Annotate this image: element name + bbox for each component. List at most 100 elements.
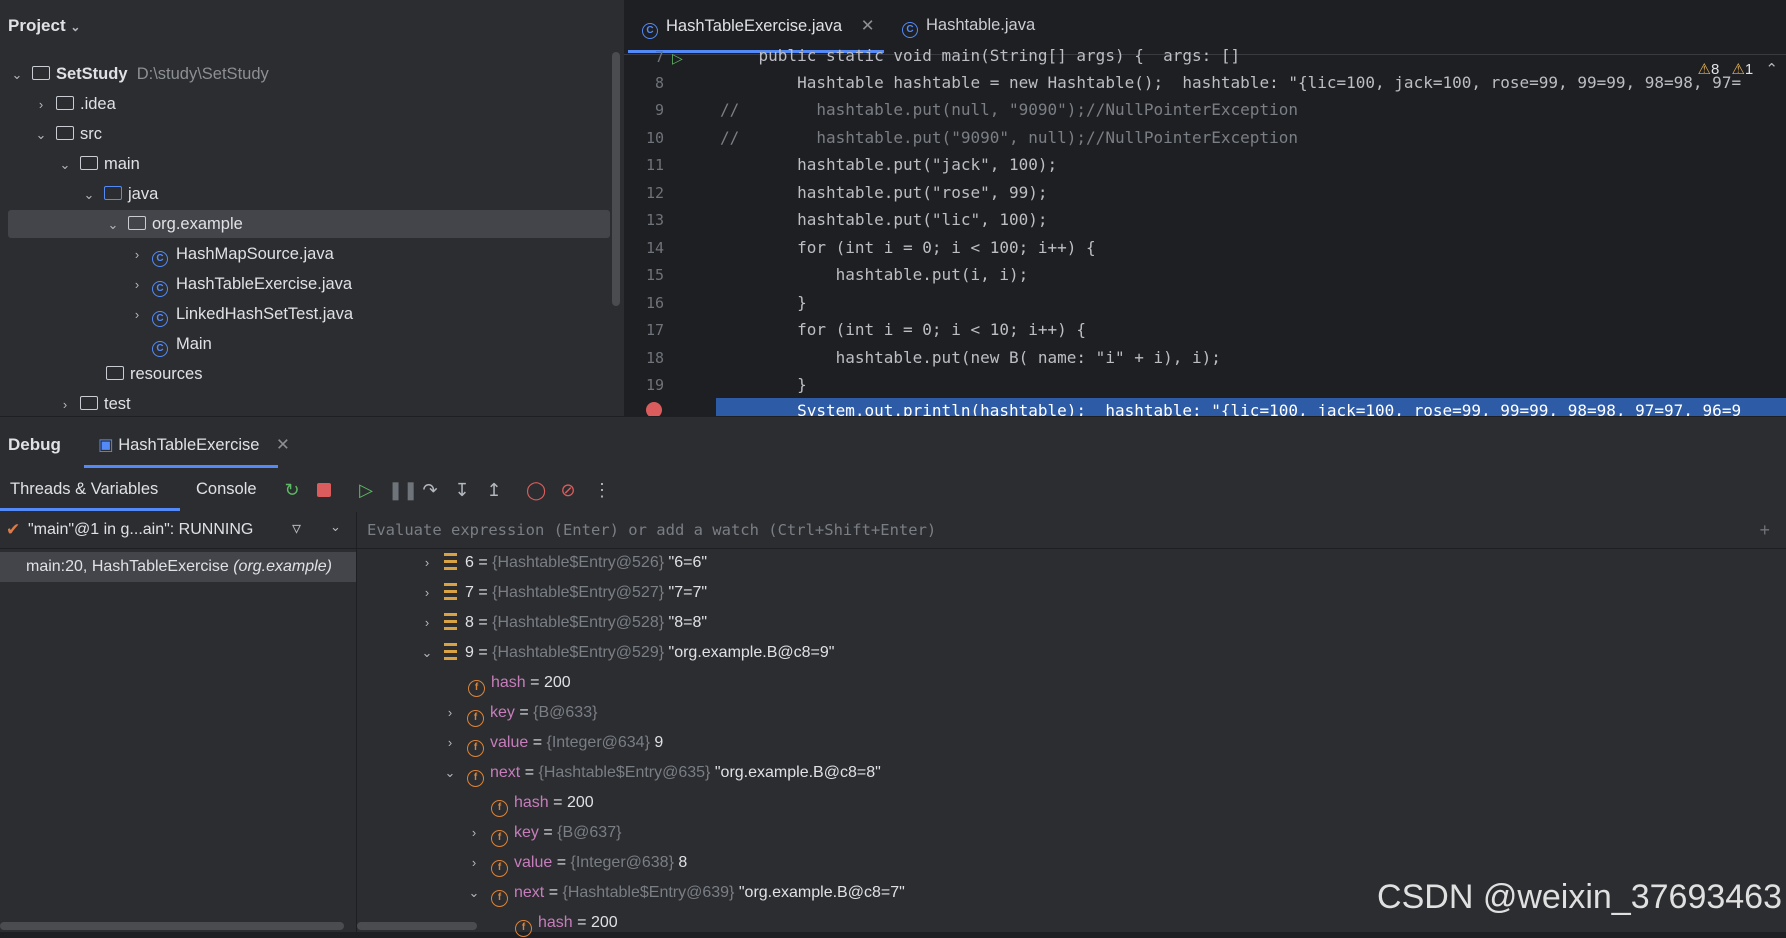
frame-item[interactable]: main:20, HashTableExercise (org.example) [0,552,356,582]
tree-item-test[interactable]: › test [58,390,131,418]
step-out-icon[interactable]: ↥ [484,480,504,500]
line-number: 8 [654,74,664,92]
line-number: 14 [645,239,664,257]
chevron-right-icon[interactable]: › [443,728,457,758]
variable-row[interactable]: › 8 = {Hashtable$Entry@528} "8=8" [420,608,707,638]
chevron-right-icon[interactable]: › [130,271,144,299]
variable-row[interactable]: f hash = 200 [515,908,618,938]
chevron-down-icon[interactable]: ⌄ [330,519,341,535]
variable-row[interactable]: ⌄ f next = {Hashtable$Entry@635} "org.exam… [443,758,881,788]
code-line: public static void main(String[] args) {… [720,46,1241,65]
variable-row[interactable]: › 6 = {Hashtable$Entry@526} "6=6" [420,548,707,578]
variable-row[interactable]: › f key = {B@637} [467,818,621,848]
tree-item-main-class[interactable]: C Main [152,330,212,358]
tree-item-setstudy[interactable]: ⌄ SetStudy D:\study\SetStudy [10,60,269,88]
stop-icon[interactable] [314,480,334,500]
tab-console[interactable]: Console [196,480,257,499]
tab-hashtableexercise[interactable]: C HashTableExercise.java ✕ [642,16,875,39]
chevron-down-icon[interactable]: ⌄ [467,878,481,908]
tree-item-java[interactable]: ⌄ java [82,180,159,209]
chevron-down-icon[interactable]: ⌄ [58,151,72,179]
close-tab-icon[interactable]: ✕ [861,17,875,35]
line-number: 9 [654,101,664,119]
project-panel: Project ⌄ ⌄ SetStudy D:\study\SetStudy ›.… [0,0,624,416]
variable-row[interactable]: › f value = {Integer@638} 8 [467,848,687,878]
variable-row[interactable]: ⌄ 9 = {Hashtable$Entry@529} "org.example.… [420,638,834,668]
code-line: } [720,293,807,312]
threads-scrollbar[interactable] [0,922,344,930]
tree-item-main[interactable]: ⌄ main [58,150,140,178]
chevron-right-icon[interactable]: › [130,241,144,269]
debug-session-tab[interactable]: ▣ HashTableExercise ✕ [98,435,290,455]
more-options-icon[interactable]: ⋮ [592,480,612,500]
tab-hashtable[interactable]: C Hashtable.java [902,16,1035,38]
close-session-icon[interactable]: ✕ [276,436,290,454]
evaluate-expression-input[interactable]: Evaluate expression (Enter) or add a wat… [367,521,936,539]
rerun-icon[interactable]: ↻ [282,480,302,500]
chevron-down-icon[interactable]: ⌄ [106,211,120,239]
chevron-right-icon[interactable]: › [467,818,481,848]
view-breakpoints-icon[interactable]: ◯ [526,480,546,500]
variable-row[interactable]: › f value = {Integer@634} 9 [443,728,663,758]
tree-item-idea[interactable]: › .idea [34,90,116,118]
folder-icon [80,396,98,410]
resume-icon[interactable]: ▷ [356,480,376,500]
variable-row[interactable]: f hash = 200 [491,788,594,818]
pause-icon[interactable]: ❚❚ [388,480,418,500]
tree-item-linkedhashsettest[interactable]: › C LinkedHashSetTest.java [130,300,353,328]
array-entry-icon [444,643,457,660]
code-editor[interactable]: C HashTableExercise.java ✕ C Hashtable.jav… [624,0,1786,420]
filter-icon[interactable]: ▿ [292,518,301,539]
chevron-right-icon[interactable]: › [58,391,72,419]
tab-threads-variables[interactable]: Threads & Variables [10,480,158,499]
line-number: 7 [654,48,664,66]
chevron-right-icon[interactable]: › [467,848,481,878]
active-subtab-indicator [0,508,180,511]
tree-item-org-example[interactable]: ⌄ org.example [106,210,243,238]
step-into-icon[interactable]: ↧ [452,480,472,500]
line-number: 11 [645,156,664,174]
variable-row[interactable]: f hash = 200 [468,668,571,698]
variable-row[interactable]: › f key = {B@633} [443,698,597,728]
class-icon: C [152,281,168,297]
field-icon: f [515,920,532,937]
tree-item-src[interactable]: ⌄ src [34,120,102,148]
variables-scrollbar[interactable] [357,922,477,930]
code-line: hashtable.put(new B( name: "i" + i), i); [720,348,1221,367]
variable-row[interactable]: › 7 = {Hashtable$Entry@527} "7=7" [420,578,707,608]
run-gutter-icon[interactable]: ▷ [672,50,683,67]
class-icon: C [642,23,658,39]
code-line: hashtable.put("jack", 100); [720,155,1058,174]
project-panel-title[interactable]: Project ⌄ [8,16,80,36]
tree-selection-highlight [8,210,610,238]
frame-label: main:20, HashTableExercise [26,558,229,575]
variable-row[interactable]: ⌄ f next = {Hashtable$Entry@639} "org.exam… [467,878,905,908]
field-icon: f [467,740,484,757]
field-icon: f [491,890,508,907]
chevron-right-icon[interactable]: › [34,91,48,119]
tree-item-hashtableexercise[interactable]: › C HashTableExercise.java [130,270,352,298]
chevron-right-icon[interactable]: › [443,698,457,728]
chevron-right-icon[interactable]: › [420,608,434,638]
debug-toolwindow-header: Debug ▣ HashTableExercise ✕ [0,416,1786,469]
tree-item-hashmapsource[interactable]: › C HashMapSource.java [130,240,334,268]
chevron-down-icon[interactable]: ⌄ [420,638,434,668]
chevron-down-icon[interactable]: ⌄ [34,121,48,149]
debug-toolbar: Threads & Variables Console [0,468,1786,513]
project-scrollbar[interactable] [612,52,620,306]
frame-package: (org.example) [233,558,332,575]
tree-item-resources[interactable]: resources [106,360,202,388]
chevron-down-icon[interactable]: ⌄ [443,758,457,788]
chevron-right-icon[interactable]: › [420,578,434,608]
chevron-down-icon[interactable]: ⌄ [82,181,96,209]
mute-breakpoints-icon[interactable]: ⊘ [558,480,578,500]
line-number: 12 [645,184,664,202]
package-icon [128,216,146,230]
line-number: 18 [645,349,664,367]
chevron-right-icon[interactable]: › [420,548,434,578]
add-watch-icon[interactable]: + [1759,520,1770,541]
step-over-icon[interactable]: ↷ [420,480,440,500]
chevron-right-icon[interactable]: › [130,301,144,329]
thread-selector[interactable]: ✔ "main"@1 in g...ain": RUNNING ▿ ⌄ [0,512,356,549]
chevron-down-icon[interactable]: ⌄ [10,61,24,89]
